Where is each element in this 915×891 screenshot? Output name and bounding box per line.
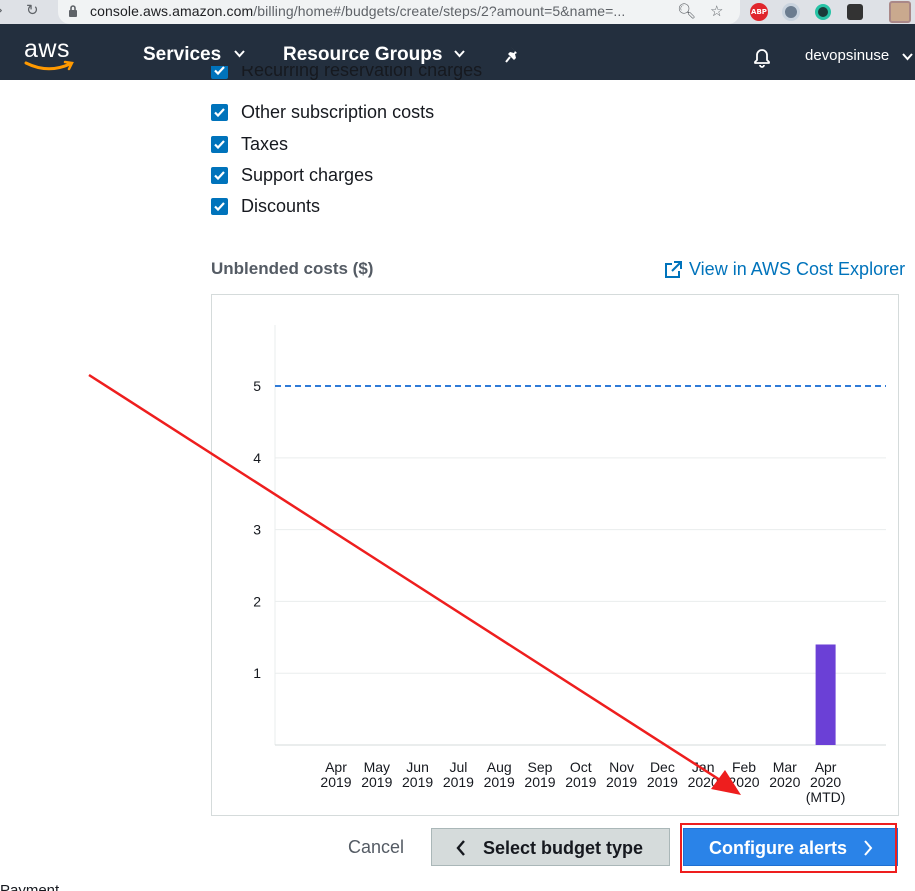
option-label: Discounts — [241, 196, 321, 216]
x-tick-label: Oct 2019 — [565, 759, 596, 790]
url-text: console.aws.amazon.com/billing/home#/bud… — [90, 3, 625, 19]
aws-smile-icon — [24, 60, 74, 71]
y-tick-label: 1 — [253, 665, 261, 681]
zoom-icon[interactable]: 🔍︎ — [677, 2, 696, 20]
cost-chart-panel: 1 2 3 4 5 Apr 2019 May 2019 Jun 2019 Jul 2019 Aug 2019… — [211, 294, 899, 816]
x-tick-label: Jul 2019 — [443, 759, 474, 790]
annotation-highlight-box — [680, 823, 897, 873]
address-bar[interactable]: console.aws.amazon.com/billing/home#/bud… — [58, 0, 740, 24]
extension-icon[interactable] — [782, 3, 800, 21]
extension-icon[interactable] — [847, 4, 863, 20]
y-tick-label: 3 — [253, 522, 261, 538]
bookmark-star-icon[interactable]: ☆ — [710, 2, 723, 20]
chevron-down-icon[interactable] — [454, 50, 465, 58]
adblock-extension-icon[interactable]: ABP — [750, 3, 768, 21]
y-tick-label: 2 — [253, 593, 261, 609]
y-tick-label: 5 — [253, 378, 261, 394]
x-tick-label: Jan 2020 — [688, 759, 719, 790]
checkbox[interactable] — [211, 167, 228, 184]
pin-icon[interactable] — [504, 46, 522, 64]
external-link-icon — [665, 261, 682, 278]
chevron-left-icon — [456, 840, 465, 856]
x-tick-label: Mar 2020 — [769, 759, 800, 790]
account-menu[interactable]: devopsinuse — [805, 47, 889, 64]
x-tick-label: Jun 2019 — [402, 759, 433, 790]
x-tick-label: Apr 2019 — [320, 759, 351, 790]
checkbox[interactable] — [211, 198, 228, 215]
cost-explorer-link-text: View in AWS Cost Explorer — [689, 259, 906, 279]
cost-bar — [815, 644, 836, 745]
reload-icon[interactable]: ↻ — [26, 1, 39, 19]
forward-icon[interactable]: › — [0, 1, 3, 19]
y-tick-label: 4 — [253, 450, 261, 466]
resource-groups-menu[interactable]: Resource Groups — [283, 44, 442, 66]
checkbox[interactable] — [211, 104, 228, 121]
aws-logo[interactable]: aws — [24, 35, 76, 74]
url-host: console.aws.amazon.com — [90, 3, 254, 19]
chevron-down-icon[interactable] — [902, 53, 913, 61]
options-clipped-row: Recurring reservation charges — [211, 66, 511, 80]
chevron-down-icon[interactable] — [234, 50, 245, 58]
x-tick-label: Aug 2019 — [484, 759, 515, 790]
lock-icon — [69, 5, 77, 17]
select-budget-type-label: Select budget type — [483, 838, 644, 858]
x-tick-label: Nov 2019 — [606, 759, 637, 790]
x-tick-label: Apr 2020 (MTD) — [806, 759, 846, 805]
x-tick-label: Feb 2020 — [728, 759, 759, 790]
option-label: Recurring reservation charges — [241, 66, 483, 80]
profile-avatar[interactable] — [889, 1, 911, 23]
browser-toolbar: › ↻ console.aws.amazon.com/billing/home#… — [0, 0, 915, 24]
footer-text: Payment — [0, 882, 60, 891]
url-path: /billing/home#/budgets/create/steps/2?am… — [253, 3, 626, 19]
services-menu[interactable]: Services — [143, 44, 221, 66]
x-tick-label: Dec 2019 — [647, 759, 678, 790]
checkbox[interactable] — [211, 66, 228, 79]
option-label: Support charges — [241, 165, 374, 185]
cancel-button[interactable]: Cancel — [348, 837, 404, 858]
x-tick-label: Sep 2019 — [524, 759, 555, 790]
checkbox[interactable] — [211, 136, 228, 153]
select-budget-type-button[interactable]: Select budget type — [431, 828, 670, 866]
option-label: Other subscription costs — [241, 102, 435, 122]
x-tick-label: May 2019 — [361, 759, 392, 790]
option-label: Taxes — [241, 134, 289, 154]
extension-icon[interactable] — [815, 4, 831, 20]
chart-title: Unblended costs ($) — [211, 259, 374, 278]
cost-chart: 1 2 3 4 5 Apr 2019 May 2019 Jun 2019 Jul 2019 Aug 2019… — [253, 325, 886, 805]
bell-icon[interactable] — [750, 45, 774, 69]
footer-clipped-text: Payment — [0, 878, 120, 891]
